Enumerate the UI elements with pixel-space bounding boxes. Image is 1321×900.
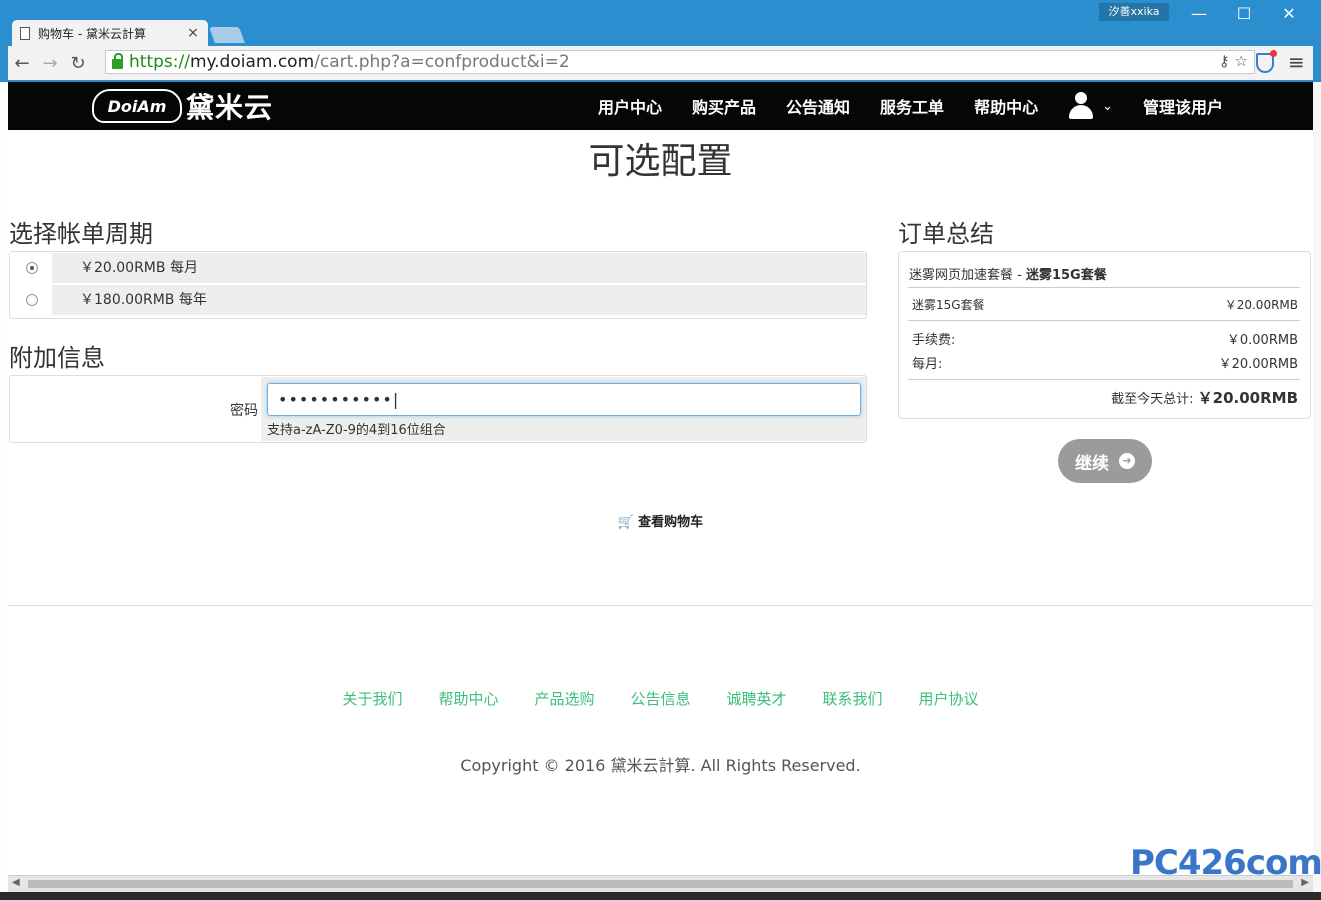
logo-text: 黛米云 <box>186 91 274 124</box>
background-right <box>1313 82 1321 892</box>
url-path: /cart.php?a=confproduct&i=2 <box>314 52 570 72</box>
password-hint: 支持a-zA-Z0-9的4到16位组合 <box>267 423 446 438</box>
total-label: 截至今天总计: <box>1111 392 1198 407</box>
continue-button[interactable]: 继续 ➜ <box>1058 439 1152 483</box>
footer-link-about[interactable]: 关于我们 <box>342 688 402 709</box>
billing-option-label[interactable]: ￥180.00RMB 每年 <box>52 285 866 315</box>
minimize-button[interactable]: — <box>1176 2 1222 26</box>
profile-button[interactable]: 汐善xxika <box>1099 3 1169 21</box>
tab-close-button[interactable]: × <box>186 25 200 41</box>
lock-icon <box>112 53 123 69</box>
divider <box>908 379 1300 380</box>
cart-icon: 🛒 <box>617 515 635 530</box>
close-window-button[interactable]: ✕ <box>1266 2 1312 26</box>
summary-product-name: 迷雾15G套餐 <box>1025 268 1107 283</box>
omnibox-actions: ⚷ ☆ <box>1219 52 1248 70</box>
chevron-down-icon[interactable]: ⌄ <box>1102 99 1113 114</box>
browser-tab[interactable]: 购物车 - 黛米云計算 × <box>12 20 208 46</box>
footer-divider <box>8 605 1313 606</box>
scrollbar-thumb[interactable] <box>28 880 1293 888</box>
billing-option-yearly[interactable]: ￥180.00RMB 每年 <box>10 284 866 315</box>
total-value: ￥20.00RMB <box>1197 389 1298 407</box>
tab-title: 购物车 - 黛米云計算 <box>38 26 146 41</box>
footer-link-announcements[interactable]: 公告信息 <box>630 688 690 709</box>
monthly-label: 每月: <box>912 357 943 372</box>
summary-monthly-row: 每月: ￥20.00RMB <box>912 353 1298 372</box>
address-bar[interactable]: https://my.doiam.com/cart.php?a=confprod… <box>105 50 1255 74</box>
page-title: 可选配置 <box>588 141 733 182</box>
arrow-right-icon: ➜ <box>1119 453 1135 469</box>
nav-help-center[interactable]: 帮助中心 <box>974 94 1038 118</box>
bookmark-star-icon[interactable]: ☆ <box>1235 52 1248 70</box>
key-icon[interactable]: ⚷ <box>1219 52 1230 70</box>
monthly-value: ￥20.00RMB <box>1218 357 1298 372</box>
billing-cycle-panel: ￥20.00RMB 每月 ￥180.00RMB 每年 <box>9 251 867 319</box>
divider <box>908 320 1300 321</box>
browser-chrome: 购物车 - 黛米云計算 × 汐善xxika — ☐ ✕ ← → ↻ https:… <box>0 0 1321 82</box>
new-tab-button[interactable] <box>209 27 245 43</box>
logo-cloud-mark: DoiAm <box>92 89 182 123</box>
summary-fee-row: 手续费: ￥0.00RMB <box>912 329 1298 348</box>
billing-option-label[interactable]: ￥20.00RMB 每月 <box>52 253 866 283</box>
reload-button[interactable]: ↻ <box>64 53 92 74</box>
radio-cell <box>10 252 52 283</box>
url-host: my.doiam.com <box>189 52 315 72</box>
user-icon[interactable] <box>1068 92 1094 120</box>
nav-user-center[interactable]: 用户中心 <box>598 94 662 118</box>
footer-links: 关于我们 帮助中心 产品选购 公告信息 诚聘英才 联系我们 用户协议 <box>8 688 1313 709</box>
extension-shield-icon[interactable] <box>1256 50 1277 73</box>
taskbar <box>0 892 1321 900</box>
password-field-cell: •••••••••••| 支持a-zA-Z0-9的4到16位组合 <box>261 377 866 441</box>
nav-links: 用户中心 购买产品 公告通知 服务工单 帮助中心 ⌄ 管理该用户 <box>598 82 1253 130</box>
footer-link-contact[interactable]: 联系我们 <box>823 688 883 709</box>
summary-item-row: 迷雾15G套餐 ￥20.00RMB <box>912 296 1298 313</box>
document-icon <box>20 26 30 40</box>
maximize-button[interactable]: ☐ <box>1221 2 1267 26</box>
nav-buy-products[interactable]: 购买产品 <box>692 94 756 118</box>
url-scheme: https:// <box>129 52 190 72</box>
continue-label: 继续 <box>1075 453 1109 474</box>
background-left <box>0 82 8 892</box>
radio-cell <box>10 284 52 315</box>
summary-item-price: ￥20.00RMB <box>1224 298 1298 312</box>
summary-product: 迷雾网页加速套餐 - 迷雾15G套餐 <box>909 264 1107 283</box>
browser-menu-icon[interactable]: ≡ <box>1288 50 1305 74</box>
password-input[interactable]: •••••••••••| <box>267 383 861 416</box>
radio-monthly[interactable] <box>26 262 38 274</box>
billing-option-monthly[interactable]: ￥20.00RMB 每月 <box>10 252 866 283</box>
nav-tickets[interactable]: 服务工单 <box>880 94 944 118</box>
billing-cycle-heading: 选择帐单周期 <box>9 220 153 248</box>
nav-manage-user[interactable]: 管理该用户 <box>1143 94 1223 118</box>
footer-link-careers[interactable]: 诚聘英才 <box>727 688 787 709</box>
horizontal-scrollbar[interactable]: ◀ ▶ <box>8 875 1313 892</box>
summary-total: 截至今天总计: ￥20.00RMB <box>1111 387 1298 408</box>
fee-value: ￥0.00RMB <box>1226 333 1298 348</box>
scroll-left-arrow[interactable]: ◀ <box>12 877 20 888</box>
divider <box>908 287 1300 288</box>
order-summary-heading: 订单总结 <box>898 220 994 248</box>
browser-toolbar: ← → ↻ https://my.doiam.com/cart.php?a=co… <box>8 46 1313 80</box>
fee-label: 手续费: <box>912 333 956 348</box>
footer-link-terms[interactable]: 用户协议 <box>919 688 979 709</box>
footer-link-help[interactable]: 帮助中心 <box>438 688 498 709</box>
back-button[interactable]: ← <box>8 53 36 74</box>
view-cart-link[interactable]: 🛒 查看购物车 <box>8 511 1313 530</box>
password-label: 密码 <box>230 403 258 419</box>
summary-item-name: 迷雾15G套餐 <box>912 298 985 312</box>
nav-announcements[interactable]: 公告通知 <box>786 94 850 118</box>
additional-info-panel: 密码 •••••••••••| 支持a-zA-Z0-9的4到16位组合 <box>9 375 867 443</box>
additional-info-heading: 附加信息 <box>9 344 105 372</box>
view-cart-label: 查看购物车 <box>638 515 704 530</box>
footer-link-products[interactable]: 产品选购 <box>534 688 594 709</box>
watermark-logo: PC426com <box>1130 843 1321 883</box>
order-summary-panel: 迷雾网页加速套餐 - 迷雾15G套餐 迷雾15G套餐 ￥20.00RMB 手续费… <box>898 251 1311 419</box>
web-page: DoiAm 黛米云 用户中心 购买产品 公告通知 服务工单 帮助中心 ⌄ 管理该… <box>8 82 1313 875</box>
site-logo[interactable]: DoiAm 黛米云 <box>92 89 274 124</box>
summary-product-group: 迷雾网页加速套餐 - <box>909 268 1026 283</box>
site-navbar: DoiAm 黛米云 用户中心 购买产品 公告通知 服务工单 帮助中心 ⌄ 管理该… <box>8 82 1313 130</box>
forward-button[interactable]: → <box>36 53 64 74</box>
copyright: Copyright © 2016 黛米云計算. All Rights Reser… <box>460 756 861 775</box>
radio-yearly[interactable] <box>26 294 38 306</box>
